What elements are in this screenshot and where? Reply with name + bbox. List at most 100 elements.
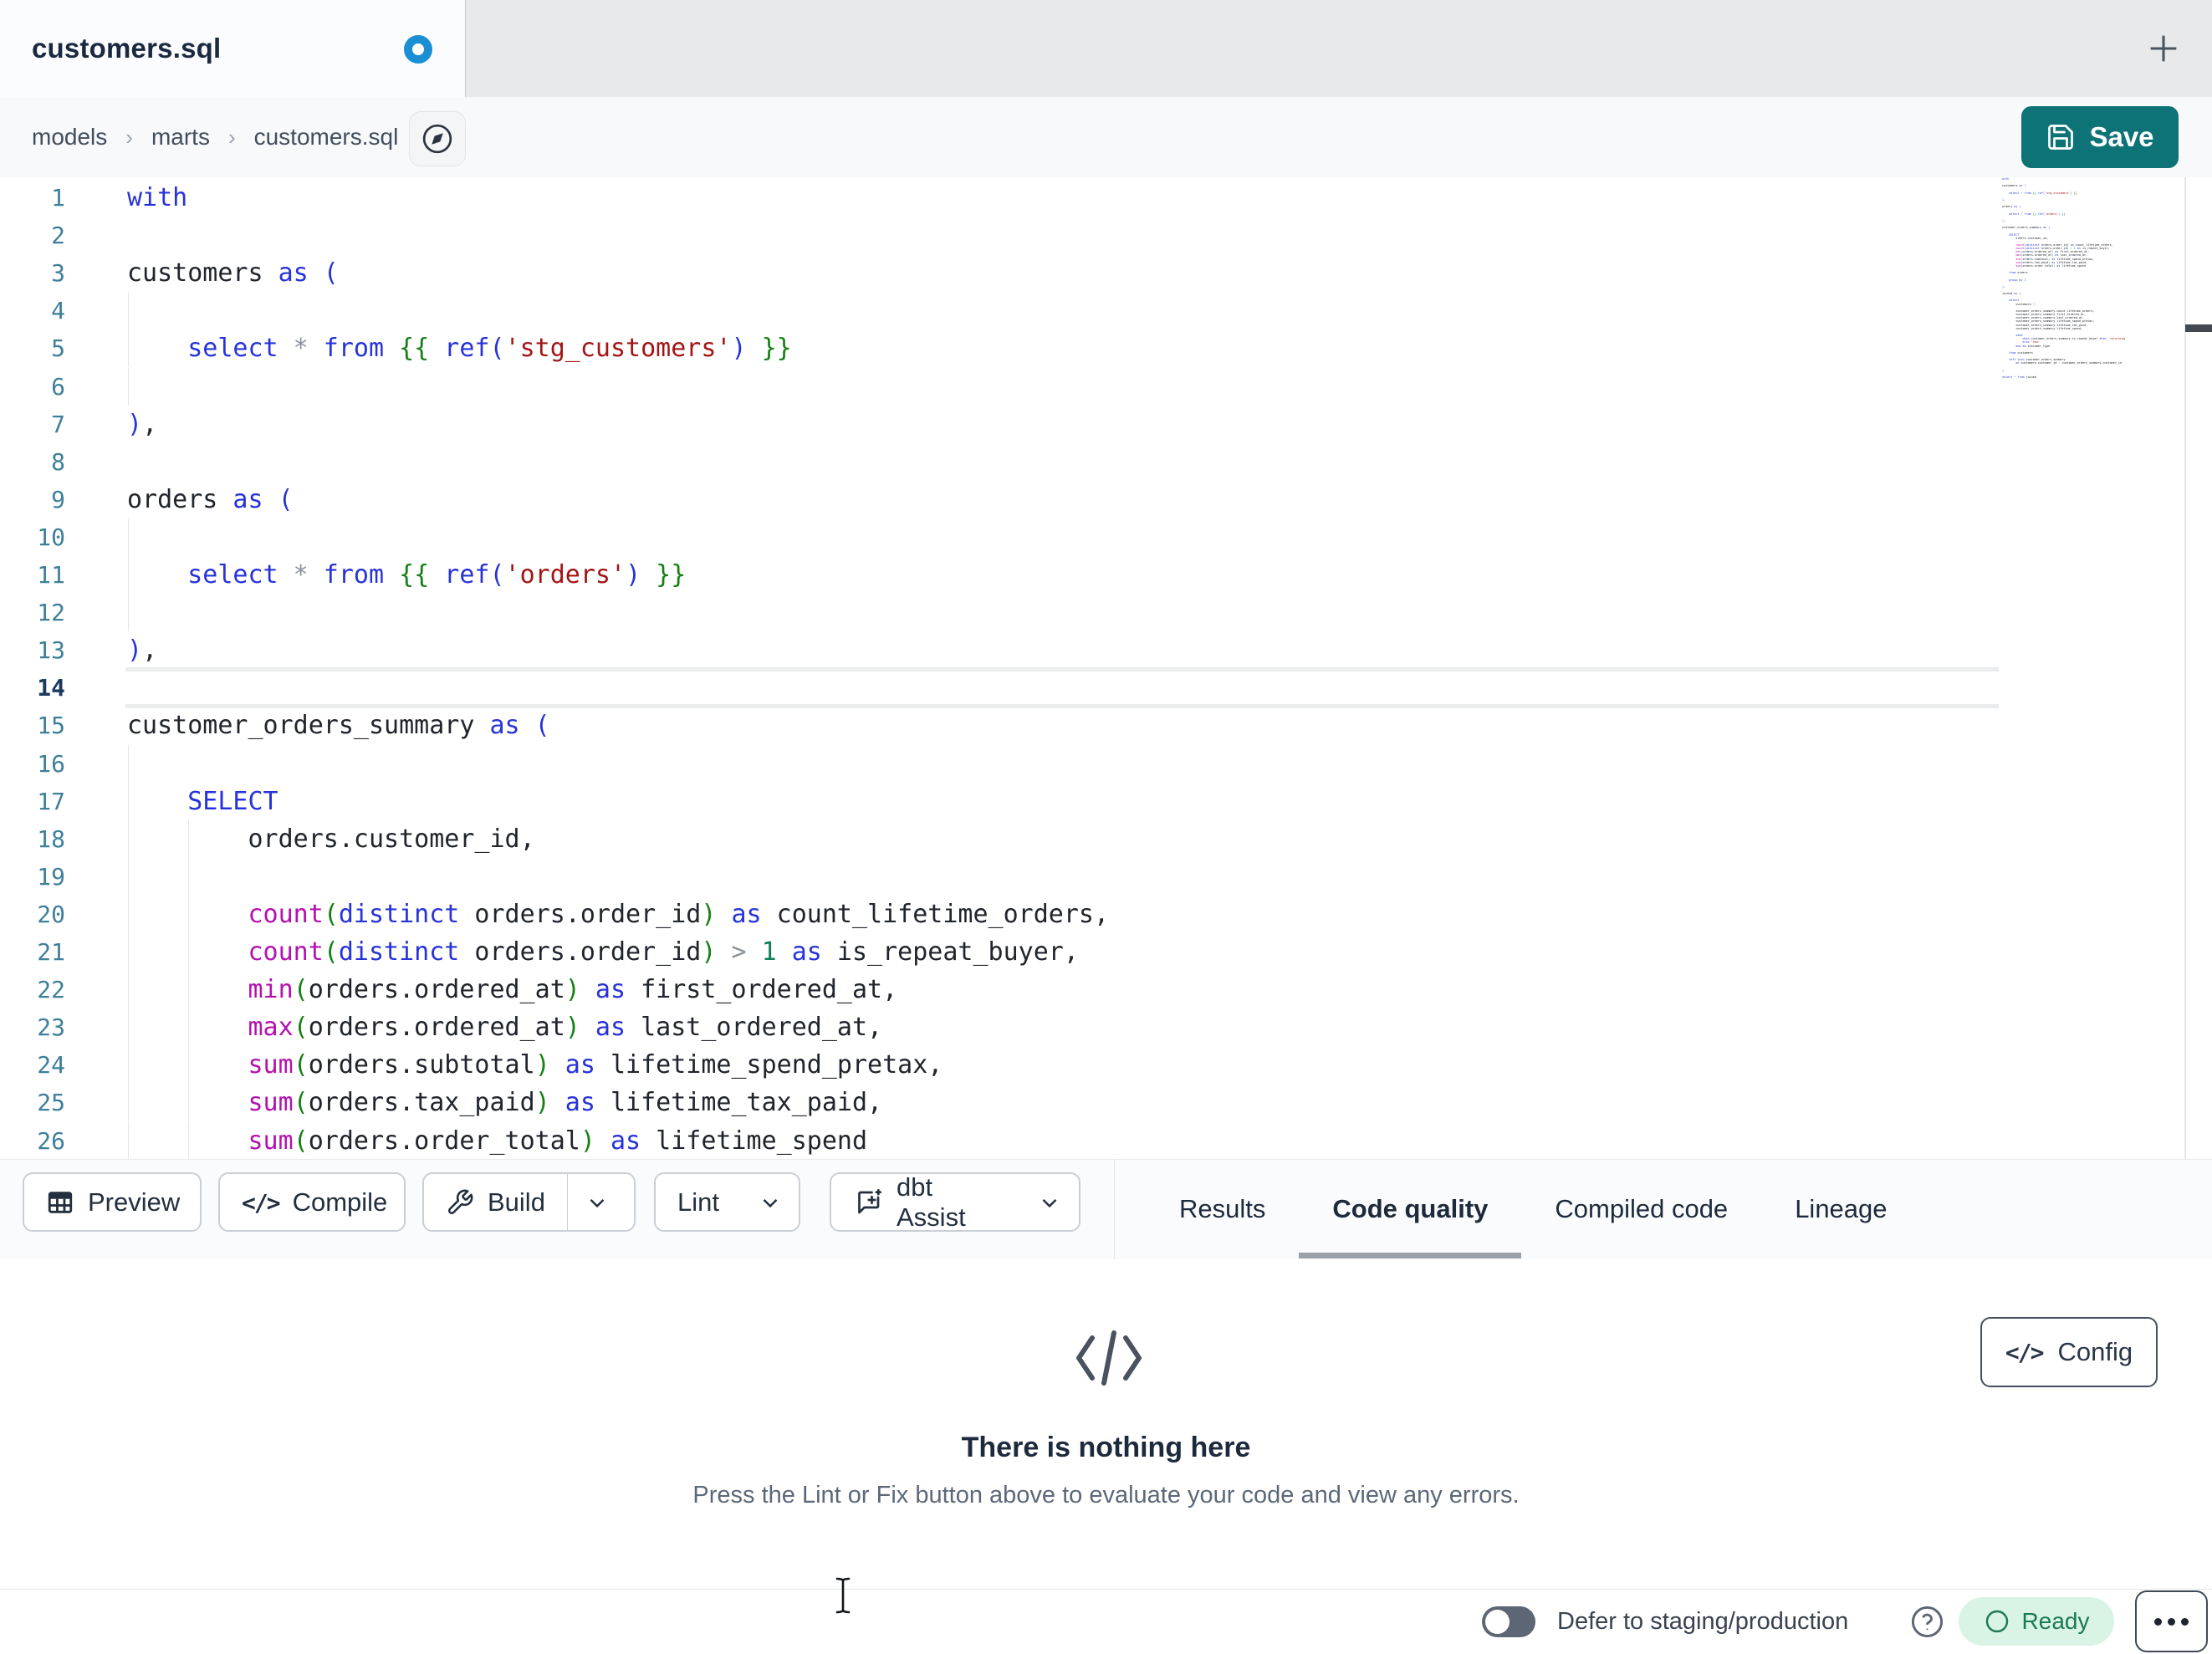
dbt-assist-dropdown[interactable] — [1020, 1174, 1079, 1230]
minimap[interactable]: with customers as ( select * from {{ ref… — [2002, 177, 2126, 381]
code-line-9[interactable]: 9 orders as ( — [0, 481, 2184, 518]
line-number: 6 — [51, 372, 65, 401]
token-bracket: ) — [534, 1050, 550, 1080]
code-line-text: orders as ( — [127, 481, 294, 518]
tab-customers-sql[interactable]: customers.sql — [0, 0, 466, 97]
code-icon: </> — [2005, 1338, 2045, 1366]
code-line-13[interactable]: 13), — [0, 631, 2184, 669]
build-dropdown[interactable] — [568, 1174, 626, 1230]
token-string: 'orders' — [504, 560, 626, 590]
code-line-5[interactable]: 5 select * from {{ ref('stg_customers') … — [0, 329, 2184, 368]
token-keyword: select — [187, 334, 278, 364]
line-number: 14 — [37, 674, 65, 702]
dbt-assist-main[interactable]: dbt Assist — [831, 1172, 1020, 1232]
breadcrumb-item-marts[interactable]: marts — [151, 124, 210, 151]
lint-dropdown[interactable] — [741, 1174, 799, 1230]
token-keyword: ) — [731, 334, 747, 364]
chevron-down-icon — [585, 1190, 610, 1215]
code-line-text: select * from {{ ref('orders') }} — [127, 556, 686, 594]
line-number: 1 — [51, 184, 65, 212]
code-line-15[interactable]: 15 customer_orders_summary as ( — [0, 707, 2184, 744]
tab-results[interactable]: Results — [1146, 1160, 1299, 1258]
scrollbar-thumb[interactable] — [2185, 324, 2212, 332]
code-line-7[interactable]: 7), — [0, 406, 2184, 443]
breadcrumb-item-models[interactable]: models — [32, 124, 107, 151]
code-editor[interactable]: 1 with 2 3 customers as (4 5 select * from {{… — [0, 177, 2212, 1160]
token-keyword: ref — [429, 334, 490, 364]
tab-compiled-code[interactable]: Compiled code — [1521, 1160, 1761, 1258]
code-line-8[interactable]: 8 — [0, 443, 2184, 481]
status-text: Ready — [2021, 1608, 2090, 1634]
code-line-16[interactable]: 16 — [0, 744, 2184, 783]
indent-guide — [128, 292, 129, 330]
code-line-10[interactable]: 10 — [0, 518, 2184, 556]
lint-button[interactable]: Lint — [654, 1172, 800, 1232]
breadcrumb-item-customers-sql[interactable]: customers.sql — [254, 124, 399, 151]
code-line-24[interactable]: 24 sum(orders.subtotal) as lifetime_spen… — [0, 1046, 2184, 1085]
line-number: 15 — [37, 712, 65, 740]
code-quality-panel: There is nothing here Press the Lint or … — [0, 1259, 2212, 1589]
line-number: 20 — [37, 900, 65, 928]
token-bracket: ( — [293, 1013, 309, 1043]
code-line-4[interactable]: 4 — [0, 292, 2184, 330]
status-badge[interactable]: Ready — [1959, 1597, 2114, 1646]
code-line-text: SELECT — [127, 783, 278, 820]
line-number: 13 — [37, 636, 65, 665]
code-line-18[interactable]: 18 orders.customer_id, — [0, 819, 2184, 858]
code-line-14[interactable]: 14 — [0, 669, 2184, 707]
plus-icon — [2150, 35, 2177, 62]
code-line-22[interactable]: 22 min(orders.ordered_at) as first_order… — [0, 971, 2184, 1009]
defer-label: Defer to staging/production — [1557, 1608, 1849, 1635]
config-button[interactable]: </> Config — [1980, 1317, 2158, 1387]
code-line-17[interactable]: 17 SELECT — [0, 782, 2184, 820]
code-line-19[interactable]: 19 — [0, 857, 2184, 896]
code-line-6[interactable]: 6 — [0, 367, 2184, 406]
lint-main[interactable]: Lint — [656, 1174, 741, 1230]
token-string: 'stg_customers' — [504, 334, 732, 364]
token-keyword: SELECT — [187, 786, 278, 816]
new-tab-button[interactable] — [2138, 23, 2189, 74]
token-bracket: ) — [580, 1126, 595, 1156]
token-function: count — [248, 937, 324, 967]
token-identifier: customer_orders_summary — [127, 711, 475, 741]
code-line-text: select * from {{ ref('stg_customers') }} — [127, 329, 792, 367]
build-main[interactable]: Build — [424, 1174, 567, 1230]
build-button[interactable]: Build — [422, 1172, 636, 1232]
token-keyword: from — [308, 334, 385, 364]
code-line-3[interactable]: 3 customers as ( — [0, 254, 2184, 292]
code-line-2[interactable]: 2 — [0, 217, 2184, 254]
compile-main[interactable]: </> Compile — [220, 1174, 409, 1230]
preview-main[interactable]: Preview — [24, 1174, 202, 1230]
compile-button[interactable]: </> Compile — [218, 1172, 406, 1232]
token-identifier: orders — [127, 484, 218, 514]
more-options-button[interactable] — [2135, 1590, 2208, 1652]
code-line-20[interactable]: 20 count(distinct orders.order_id) as co… — [0, 895, 2184, 933]
line-number: 12 — [37, 599, 65, 627]
token-identifier — [127, 334, 187, 363]
code-line-text: customers as ( — [127, 254, 339, 292]
token-bracket: ( — [293, 1126, 309, 1156]
save-button[interactable]: Save — [2021, 106, 2179, 168]
code-line-11[interactable]: 11 select * from {{ ref('orders') }} — [0, 556, 2184, 595]
token-function: max — [248, 1013, 294, 1043]
token-function: min — [248, 975, 294, 1005]
code-line-26[interactable]: 26 sum(orders.order_total) as lifetime_s… — [0, 1121, 2184, 1160]
code-line-23[interactable]: 23 max(orders.ordered_at) as last_ordere… — [0, 1008, 2184, 1047]
token-keyword: as — [595, 1126, 641, 1156]
tab-lineage[interactable]: Lineage — [1761, 1160, 1920, 1258]
token-identifier: lifetime_tax_paid, — [595, 1088, 883, 1118]
dbt-assist-button[interactable]: dbt Assist — [830, 1172, 1080, 1232]
preview-button[interactable]: Preview — [23, 1172, 202, 1232]
help-icon[interactable] — [1910, 1605, 1944, 1639]
defer-toggle[interactable] — [1482, 1606, 1535, 1637]
tab-code-quality[interactable]: Code quality — [1299, 1160, 1522, 1258]
token-identifier — [127, 1088, 248, 1117]
line-number: 9 — [51, 485, 65, 513]
navigate-button[interactable] — [409, 111, 466, 166]
code-line-12[interactable]: 12 — [0, 594, 2184, 632]
code-line-25[interactable]: 25 sum(orders.tax_paid) as lifetime_tax_… — [0, 1084, 2184, 1122]
token-identifier — [127, 1050, 248, 1080]
compile-label: Compile — [292, 1187, 388, 1217]
code-line-1[interactable]: 1 with — [0, 179, 2184, 217]
code-line-21[interactable]: 21 count(distinct orders.order_id) > 1 a… — [0, 933, 2184, 972]
